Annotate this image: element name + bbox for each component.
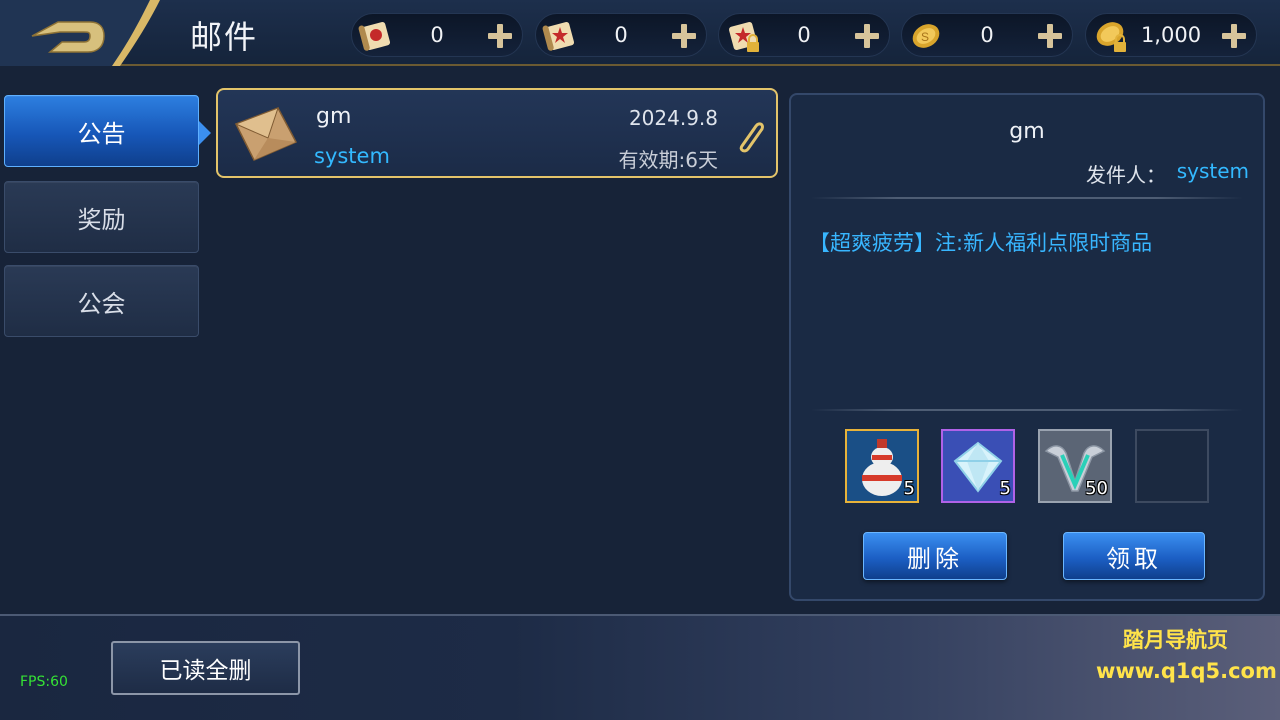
delete-button[interactable]: 删除	[863, 532, 1007, 580]
back-arrow-icon	[0, 0, 160, 66]
sender-label: 发件人：	[1086, 163, 1166, 187]
claim-button[interactable]: 领取	[1063, 532, 1205, 580]
paperclip-icon	[739, 122, 764, 153]
page-title: 邮件	[190, 18, 259, 56]
attachment-slot[interactable]: 5	[845, 429, 919, 503]
attachment-slot-empty	[1135, 429, 1209, 503]
currency-value: 0	[980, 23, 994, 47]
back-button[interactable]	[0, 0, 190, 66]
tab-rewards[interactable]: 奖励	[4, 181, 199, 253]
item-quantity: 5	[999, 478, 1011, 499]
mail-body: 【超爽疲劳】注:新人福利点限时商品	[809, 231, 1153, 255]
tab-guild[interactable]: 公会	[4, 265, 199, 337]
currency-value: 0	[430, 23, 444, 47]
active-tab-arrow-icon	[199, 121, 211, 145]
mail-expiry: 有效期:6天	[618, 148, 718, 172]
top-bar: 邮件 0 0 0 S 0 1,000	[0, 0, 1280, 66]
currency-gold-coin: S 0	[901, 13, 1073, 57]
plus-icon[interactable]	[484, 20, 516, 52]
mail-list-item[interactable]: gm system 2024.9.8 有效期:6天	[216, 88, 778, 178]
currency-star-scroll: 0	[535, 13, 707, 57]
divider	[811, 409, 1243, 411]
mail-detail-panel: gm 发件人： system 【超爽疲劳】注:新人福利点限时商品 5 5 50 …	[789, 93, 1265, 601]
tab-announcement[interactable]: 公告	[4, 95, 199, 167]
fps-counter: FPS:60	[20, 674, 68, 690]
plus-icon[interactable]	[668, 20, 700, 52]
currency-value: 0	[614, 23, 628, 47]
locked-coin-icon	[1096, 22, 1126, 52]
red-scroll-icon	[358, 21, 391, 51]
mail-sender: system	[314, 144, 390, 168]
delete-all-read-label: 已读全删	[159, 658, 252, 684]
mail-title: gm	[316, 104, 352, 129]
star-scroll-icon	[542, 21, 575, 51]
detail-title: gm	[1009, 119, 1045, 144]
currency-locked-coin: 1,000	[1085, 13, 1257, 57]
watermark-title: 踏月导航页	[1123, 628, 1228, 652]
svg-text:S: S	[921, 30, 929, 44]
currency-red-scroll: 0	[351, 13, 523, 57]
locked-scroll-icon	[728, 21, 759, 52]
item-quantity: 50	[1085, 478, 1108, 499]
envelope-icon	[234, 107, 298, 161]
gold-coin-icon: S	[912, 24, 940, 48]
currency-locked-scroll: 0	[718, 13, 890, 57]
plus-icon[interactable]	[851, 20, 883, 52]
attachment-slot[interactable]: 5	[941, 429, 1015, 503]
mail-date: 2024.9.8	[628, 106, 718, 130]
tab-label: 公告	[77, 119, 126, 148]
watermark-url: www.q1q5.com	[1096, 659, 1277, 683]
plus-icon[interactable]	[1218, 20, 1250, 52]
delete-all-read-button[interactable]: 已读全删	[111, 641, 300, 695]
currency-value: 1,000	[1140, 23, 1202, 47]
divider	[811, 197, 1243, 199]
plus-icon[interactable]	[1034, 20, 1066, 52]
item-quantity: 5	[903, 478, 915, 499]
attachment-slot[interactable]: 50	[1038, 429, 1112, 503]
sender-value: system	[1176, 159, 1249, 183]
tab-label: 奖励	[77, 205, 126, 234]
currency-value: 0	[797, 23, 811, 47]
tab-label: 公会	[77, 289, 126, 318]
